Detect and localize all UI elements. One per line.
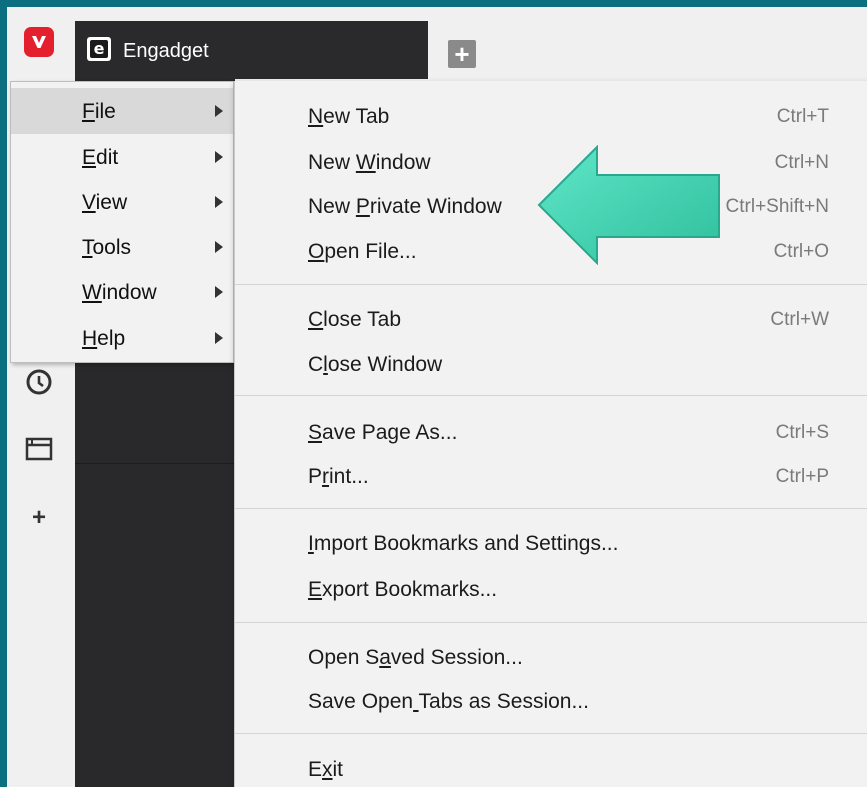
menu-item-shortcut: Ctrl+N: [774, 152, 829, 173]
menu-separator: [235, 395, 867, 396]
add-panel-icon[interactable]: +: [24, 503, 54, 533]
menu-item-shortcut: Ctrl+O: [773, 241, 829, 262]
tab-bar: e Engadget +: [7, 7, 867, 79]
engadget-favicon-icon: e: [87, 37, 111, 61]
panel-divider: [75, 463, 235, 464]
tab-title: Engadget: [123, 40, 209, 62]
menu-item-label: Help: [82, 327, 126, 350]
menu-item-edit[interactable]: Edit: [11, 134, 233, 180]
menu-item-label: Save Open Tabs as Session...: [308, 690, 589, 713]
menu-item-label: Open Saved Session...: [308, 646, 523, 669]
menu-item-shortcut: Ctrl+T: [776, 106, 829, 127]
menu-item-shortcut: Ctrl+Shift+N: [725, 196, 829, 217]
menu-item-save-tabs-as-session[interactable]: Save Open Tabs as Session...: [235, 680, 867, 724]
menu-item-close-window[interactable]: Close Window: [235, 343, 867, 387]
history-icon[interactable]: [24, 367, 54, 397]
menu-item-shortcut: Ctrl+P: [775, 466, 829, 487]
menu-item-open-saved-session[interactable]: Open Saved Session...: [235, 636, 867, 680]
menu-item-tools[interactable]: Tools: [11, 224, 233, 270]
browser-window: e Engadget + + File Edit View Tools Wind…: [7, 7, 867, 787]
menu-item-save-page-as[interactable]: Save Page As... Ctrl+S: [235, 411, 867, 455]
submenu-arrow-icon: [215, 151, 223, 163]
menu-item-label: Tools: [82, 236, 132, 259]
menu-item-label: Open File...: [308, 240, 417, 263]
menu-item-exit[interactable]: Exit: [235, 748, 867, 787]
menu-separator: [235, 733, 867, 734]
menu-item-label: Import Bookmarks and Settings...: [308, 532, 619, 555]
menu-item-file[interactable]: File: [11, 88, 233, 134]
submenu-arrow-icon: [215, 196, 223, 208]
callout-arrow-icon: [535, 144, 723, 266]
menu-item-print[interactable]: Print... Ctrl+P: [235, 455, 867, 499]
menu-item-label: Edit: [82, 146, 119, 169]
menu-separator: [235, 284, 867, 285]
menu-item-label: New Private Window: [308, 195, 502, 218]
menu-item-import-bookmarks-settings[interactable]: Import Bookmarks and Settings...: [235, 522, 867, 566]
menu-item-label: Print...: [308, 465, 369, 488]
menu-item-export-bookmarks[interactable]: Export Bookmarks...: [235, 568, 867, 612]
menu-item-help[interactable]: Help: [11, 315, 233, 361]
submenu-arrow-icon: [215, 286, 223, 298]
vivaldi-menu-button[interactable]: [24, 27, 54, 57]
menu-item-shortcut: Ctrl+S: [775, 422, 829, 443]
submenu-arrow-icon: [215, 105, 223, 117]
menu-separator: [235, 508, 867, 509]
main-menu: File Edit View Tools Window Help: [10, 81, 234, 363]
menu-item-label: Export Bookmarks...: [308, 578, 498, 601]
menu-item-label: New Tab: [308, 105, 390, 128]
menu-item-label: File: [82, 100, 116, 123]
submenu-arrow-icon: [215, 241, 223, 253]
menu-item-close-tab[interactable]: Close Tab Ctrl+W: [235, 298, 867, 342]
menu-item-label: New Window: [308, 151, 431, 174]
menu-item-new-tab[interactable]: New Tab Ctrl+T: [235, 95, 867, 139]
menu-item-label: Close Window: [308, 353, 443, 376]
menu-item-label: Save Page As...: [308, 421, 458, 444]
window-panel-icon[interactable]: [24, 434, 54, 464]
menu-item-view[interactable]: View: [11, 179, 233, 225]
menu-item-label: View: [82, 191, 128, 214]
vivaldi-logo-icon: [31, 34, 47, 48]
menu-item-window[interactable]: Window: [11, 269, 233, 315]
menu-item-label: Exit: [308, 758, 344, 781]
submenu-arrow-icon: [215, 332, 223, 344]
new-tab-button[interactable]: +: [448, 40, 476, 68]
tab-engadget[interactable]: e Engadget: [75, 21, 428, 79]
menu-item-label: Window: [82, 281, 157, 304]
menu-item-label: Close Tab: [308, 308, 402, 331]
menu-item-shortcut: Ctrl+W: [770, 309, 829, 330]
menu-separator: [235, 622, 867, 623]
